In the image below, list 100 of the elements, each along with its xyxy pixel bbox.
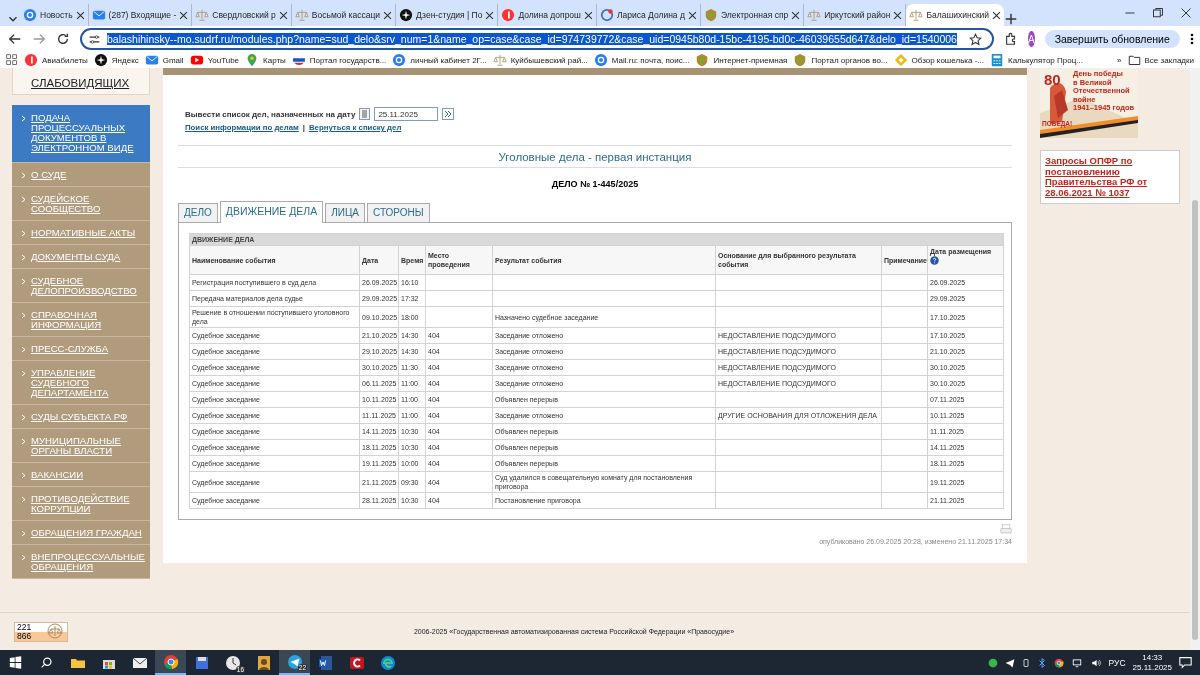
forward-icon[interactable]	[32, 32, 46, 46]
bookmark[interactable]: Mail.ru: почта, поис...	[593, 53, 690, 67]
chevron-icon	[21, 554, 26, 561]
bookmark[interactable]: личный кабинет 2Г...	[392, 53, 487, 67]
bluetooth-icon[interactable]	[1036, 657, 1047, 668]
close-icon[interactable]	[485, 10, 495, 20]
bookmark[interactable]: YouTube	[189, 53, 240, 67]
chevron-icon	[21, 370, 26, 377]
close-icon[interactable]	[992, 10, 1002, 20]
bookmark[interactable]: Куйбышевский рай...	[492, 53, 588, 67]
chrome-icon	[162, 653, 179, 670]
chevron-icon	[21, 496, 26, 503]
bookmark[interactable]: Калькулятор Проц...	[990, 53, 1083, 67]
case-tab[interactable]: ЛИЦА	[325, 203, 366, 222]
accessibility-link[interactable]: СЛАБОВИДЯЩИХ	[31, 77, 130, 89]
update-button[interactable]: Завершить обновление	[1044, 30, 1180, 48]
chevron-icon	[21, 230, 26, 237]
close-icon[interactable]	[1180, 7, 1192, 19]
bookmark-star-icon[interactable]	[968, 32, 982, 46]
at-sign-icon	[23, 8, 37, 22]
scales-icon	[909, 8, 924, 22]
emblem-icon	[793, 53, 808, 67]
case-tab[interactable]: СТОРОНЫ	[367, 203, 430, 222]
search-icon[interactable]	[40, 656, 53, 669]
scales-icon	[294, 8, 309, 22]
scales-icon	[47, 622, 63, 639]
paper-plane-icon[interactable]	[1004, 657, 1015, 668]
logo-icon	[501, 8, 516, 22]
chevron-icon	[21, 312, 26, 319]
close-icon[interactable]	[687, 10, 697, 20]
reload-icon[interactable]	[56, 32, 70, 46]
emblem-icon	[703, 8, 718, 22]
close-icon[interactable]	[75, 10, 85, 20]
bookmark[interactable]: Авиабилеты	[24, 53, 88, 67]
banner-number: 80	[1044, 71, 1061, 88]
close-icon[interactable]	[278, 10, 288, 20]
close-icon[interactable]	[383, 10, 393, 20]
portrait-icon	[255, 654, 272, 671]
back-icon[interactable]	[8, 32, 22, 46]
browser-tab[interactable]: Балашихинский	[906, 4, 1005, 26]
new-tab-icon[interactable]	[1004, 12, 1019, 26]
notifications-icon[interactable]	[1179, 656, 1192, 669]
volume-icon[interactable]	[1089, 657, 1102, 668]
announcement-link[interactable]: Запросы ОПФР по постановлению Правительства РФ от 28.06.2021 № 1037	[1040, 150, 1180, 204]
bookmark[interactable]: Интернет-приемная	[695, 53, 788, 67]
network-icon[interactable]	[1070, 657, 1083, 668]
c-logo-icon	[348, 654, 365, 671]
emblem-icon	[695, 53, 710, 67]
close-icon[interactable]	[791, 10, 801, 20]
date-field[interactable]: 25.11.2025	[374, 107, 439, 121]
taskbar-app[interactable]	[155, 650, 186, 675]
scales-icon	[195, 8, 210, 22]
counter-value: 866	[17, 631, 33, 641]
go-button[interactable]	[442, 108, 455, 120]
chevron-icon	[21, 278, 26, 285]
section-title: Уголовные дела - первая инстанция	[497, 150, 693, 165]
close-icon[interactable]	[893, 10, 903, 20]
edge-icon	[379, 654, 396, 671]
calendar-icon[interactable]	[359, 108, 371, 120]
chevron-icon	[21, 172, 26, 179]
case-title: ДЕЛО № 1-445/2025	[550, 178, 640, 191]
chevron-icon	[21, 472, 26, 479]
date-filter-label: Вывести список дел, назначенных на дату	[185, 109, 356, 119]
chevron-icon	[21, 438, 26, 445]
sparkle-icon	[399, 8, 414, 22]
extensions-icon[interactable]	[1003, 32, 1018, 46]
close-icon[interactable]	[179, 10, 189, 20]
address-bar[interactable]: balashihinsky--mo.sudrf.ru/modules.php?name=sud_delo&srv_num=1&name_op=case&case_id=974739772&case_uid=0945b80d-15bc-4195-bd0c-46039655d647&delo_id=1540006	[80, 28, 994, 50]
chevron-icon	[21, 414, 26, 421]
case-tab[interactable]: ДВИЖЕНИЕ ДЕЛА	[219, 201, 324, 223]
bookmark[interactable]: Портал государств...	[291, 53, 387, 67]
bookmark[interactable]: Яндекс	[93, 53, 139, 67]
scales-icon	[807, 8, 822, 22]
bookmark[interactable]: Обзор кошелька -...	[893, 53, 984, 67]
bookmark[interactable]: Gmail	[144, 53, 184, 67]
bookmark[interactable]: Портал органов во...	[793, 53, 888, 67]
sidebar-item[interactable]: ПОДАЧА ПРОЦЕССУАЛЬНЫХ ДОКУМЕНТОВ В ЭЛЕКТРОННОМ ВИДЕ	[12, 105, 150, 163]
folder-icon	[1127, 54, 1141, 66]
apps-grid-icon[interactable]	[6, 54, 18, 66]
chevron-icon	[21, 115, 26, 122]
counter-value: 221	[17, 622, 33, 632]
more-bookmarks-button[interactable]: »	[1117, 55, 1122, 65]
bookmark[interactable]: Карты	[245, 53, 286, 67]
restore-icon[interactable]	[1152, 7, 1164, 19]
scrollbar-thumb[interactable]	[1192, 200, 1198, 640]
chevron-icon	[21, 196, 26, 203]
start-icon[interactable]	[9, 656, 22, 669]
clock[interactable]: 14:33 25.11.2025	[1132, 652, 1172, 673]
more-menu-icon[interactable]	[1189, 33, 1194, 45]
help-icon[interactable]	[930, 256, 939, 265]
close-icon[interactable]	[583, 10, 593, 20]
chrome-icon[interactable]	[1053, 657, 1064, 668]
language-indicator[interactable]: РУС	[1108, 657, 1126, 668]
all-bookmarks-button[interactable]: Все закладки	[1127, 54, 1194, 66]
case-tab[interactable]: ДЕЛО	[178, 203, 218, 222]
site-settings-icon[interactable]	[88, 32, 101, 46]
usb-drive-icon[interactable]	[1021, 657, 1030, 668]
envelope-icon	[91, 8, 106, 22]
profile-avatar[interactable]: A	[1027, 31, 1035, 47]
scales-icon	[492, 53, 507, 67]
